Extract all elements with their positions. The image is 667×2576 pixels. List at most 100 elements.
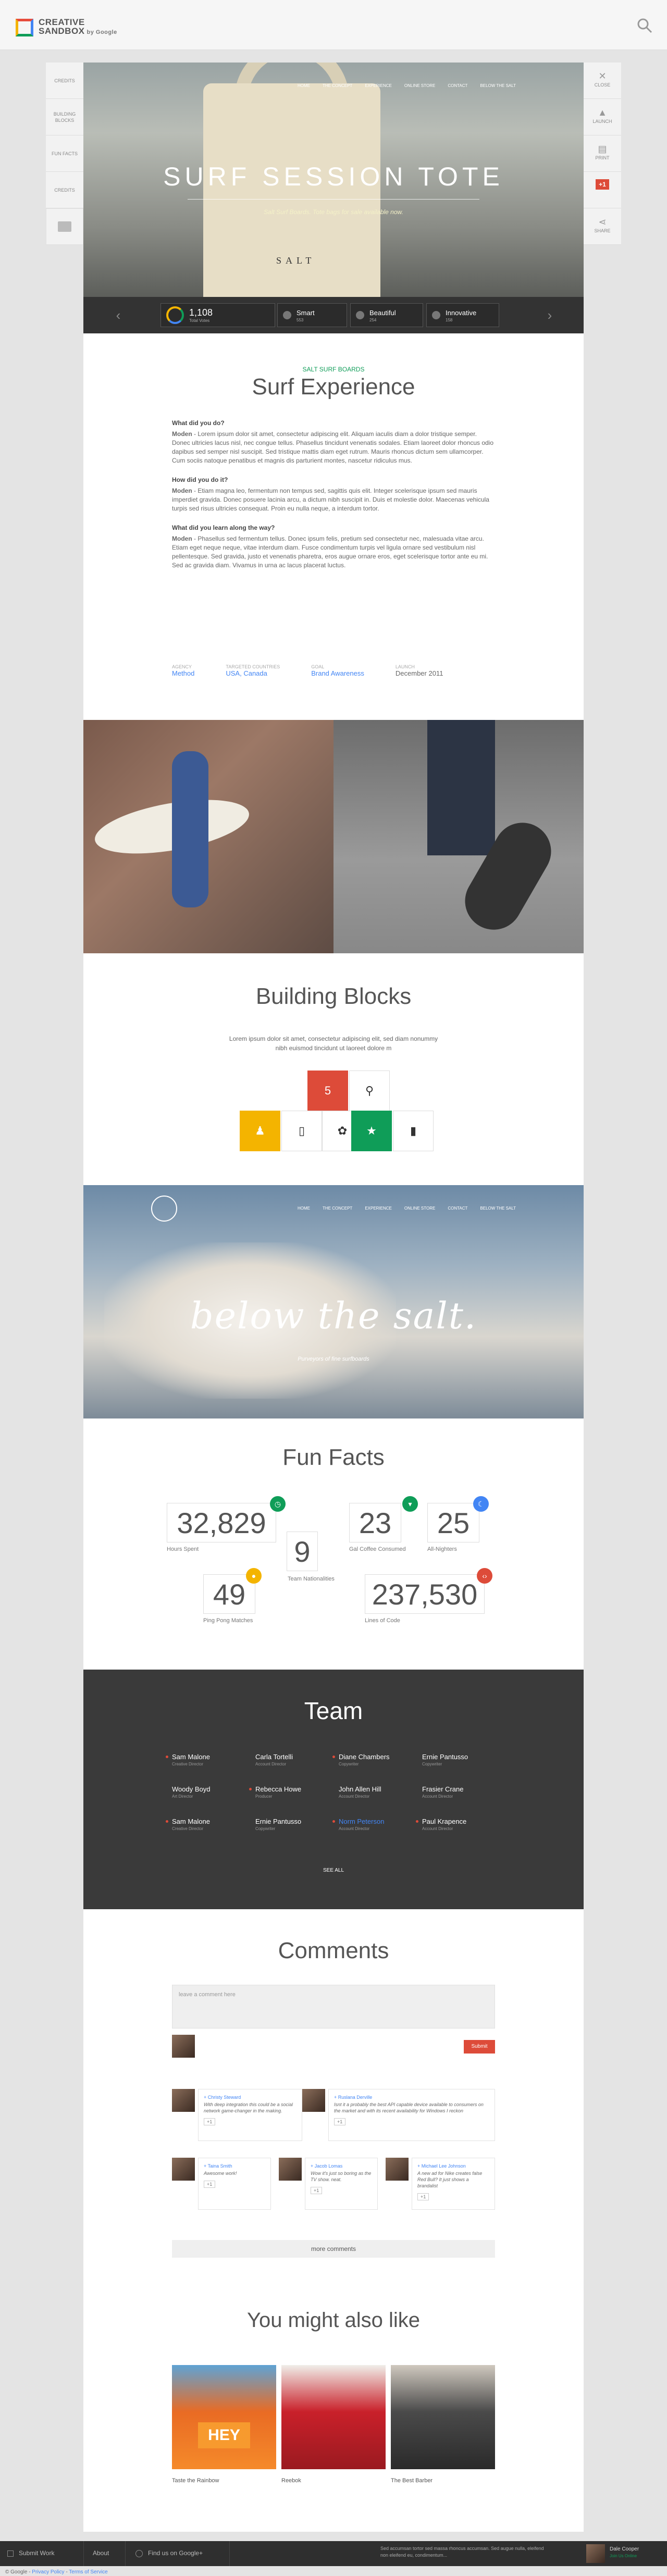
vote-smart[interactable]: Smart 553: [277, 303, 347, 327]
vote-innovative-label: Innovative: [446, 308, 477, 317]
salt-nav-below-salt[interactable]: Below the Salt: [480, 1206, 516, 1211]
hero-banner: SALT Home The Concept Experience Online …: [83, 63, 584, 297]
pingpong-icon: ●: [246, 1568, 262, 1584]
hero-nav-home[interactable]: Home: [298, 83, 310, 88]
hero-nav-contact[interactable]: Contact: [448, 83, 467, 88]
plus-one-button[interactable]: +1: [204, 2181, 216, 2188]
rider-legs: [427, 720, 495, 855]
member-role: Copywriter: [422, 1762, 442, 1766]
submit-work-icon: [7, 2550, 14, 2557]
hero-divider: [188, 199, 479, 200]
share-icon: ⋖: [598, 217, 607, 227]
related-project-card[interactable]: [391, 2365, 495, 2469]
tab-building-blocks[interactable]: Building Blocks: [46, 99, 83, 135]
salt-nav-contact[interactable]: Contact: [448, 1206, 467, 1211]
user-avatar[interactable]: [586, 2544, 605, 2563]
plus-one-button[interactable]: +1: [417, 2193, 429, 2200]
gplus-icon: +1: [596, 179, 609, 190]
meta-countries-link[interactable]: USA, Canada: [226, 669, 280, 677]
privacy-link[interactable]: Privacy Policy: [32, 2569, 64, 2575]
hero-nav-below-salt[interactable]: Below the Salt: [480, 83, 516, 88]
answer-1: Moden - Lorem ipsum dolor sit amet, cons…: [172, 430, 495, 465]
hero-nav-store[interactable]: Online Store: [404, 83, 435, 88]
related-project-caption[interactable]: Taste the Rainbow: [172, 2478, 219, 2484]
vote-innovative[interactable]: Innovative 158: [426, 303, 499, 327]
meta-countries: Targeted Countries USA, Canada: [226, 664, 280, 677]
related-project-caption[interactable]: Reebok: [281, 2478, 301, 2484]
meta-agency-link[interactable]: Method: [172, 669, 194, 677]
creative-sandbox-logo[interactable]: CREATIVE SANDBOX by Google: [16, 18, 117, 37]
about-link[interactable]: About: [93, 2549, 109, 2557]
print-button[interactable]: ▤ Print: [584, 135, 621, 172]
vote-beautiful-caption: 254: [369, 317, 377, 322]
question-3: What did you learn along the way?: [172, 524, 275, 531]
android-icon[interactable]: ♟: [240, 1111, 280, 1151]
comment-author[interactable]: + Jacob Lomas: [311, 2163, 372, 2169]
mouse-icon[interactable]: ▮: [393, 1111, 434, 1151]
tab-fun-facts[interactable]: Fun Facts: [46, 135, 83, 172]
prev-arrow-icon[interactable]: ‹: [110, 307, 126, 323]
search-icon[interactable]: [637, 18, 652, 33]
salt-nav-store[interactable]: Online Store: [404, 1206, 435, 1211]
salt-nav-experience[interactable]: Experience: [365, 1206, 392, 1211]
submit-work-link[interactable]: Submit Work: [19, 2549, 54, 2557]
related-project-caption[interactable]: The Best Barber: [391, 2478, 433, 2484]
comment-author[interactable]: + Ruslana Derville: [334, 2095, 489, 2100]
more-comments-button[interactable]: more comments: [172, 2240, 495, 2258]
submit-comment-button[interactable]: Submit: [464, 2040, 495, 2054]
answer-3-lead: Moden: [172, 535, 192, 542]
close-label: Close: [594, 82, 611, 88]
salt-nav-concept[interactable]: The Concept: [323, 1206, 352, 1211]
see-all-link[interactable]: See All: [83, 1868, 584, 1873]
gplus-button[interactable]: +1: [584, 172, 621, 208]
next-arrow-icon[interactable]: ›: [542, 307, 558, 323]
member-role: Account Director: [422, 1794, 453, 1799]
fact-hours: 32,829: [167, 1503, 276, 1542]
plus-one-button[interactable]: +1: [204, 2118, 216, 2125]
logo-mark-icon: [16, 18, 33, 36]
comment-author[interactable]: + Michael Lee Johnson: [417, 2163, 489, 2169]
terms-link[interactable]: Terms of Service: [69, 2569, 107, 2575]
meta-countries-label: Targeted Countries: [226, 664, 280, 669]
tab-credits[interactable]: Credits: [46, 63, 83, 99]
html5-icon[interactable]: 5: [307, 1071, 348, 1111]
comments-title: Comments: [278, 1938, 389, 1963]
meta-agency-label: Agency: [172, 664, 192, 669]
related-project-card[interactable]: [281, 2365, 386, 2469]
also-like-title: You might also like: [246, 2309, 421, 2332]
vote-beautiful-label: Beautiful: [369, 308, 396, 317]
salt-nav-home[interactable]: Home: [298, 1206, 310, 1211]
find-us-link[interactable]: Find us on Google+: [148, 2549, 203, 2557]
tab-credits-2[interactable]: Credits: [46, 172, 83, 208]
user-name[interactable]: Dale Cooper: [610, 2546, 639, 2552]
plus-one-button[interactable]: +1: [334, 2118, 346, 2125]
member-dot: [166, 1820, 168, 1823]
related-project-card[interactable]: HEY: [172, 2365, 276, 2469]
bottom-bar: Submit Work About Find us on Google+ Sed…: [0, 2541, 667, 2566]
team-member[interactable]: Frasier Crane Account Director: [422, 1785, 521, 1799]
launch-button[interactable]: ▲ Launch: [584, 99, 621, 135]
hero-nav-concept[interactable]: The Concept: [323, 83, 352, 88]
plus-one-button[interactable]: +1: [311, 2187, 323, 2194]
meta-goal-link[interactable]: Brand Awareness: [311, 669, 364, 677]
comment-author[interactable]: + Christy Steward: [204, 2095, 297, 2100]
footer-divider: [83, 2541, 84, 2566]
comment-card: + Christy Steward With deep integration …: [198, 2089, 302, 2141]
team-member[interactable]: Ernie Pantusso Copywriter: [422, 1753, 521, 1766]
vote-beautiful[interactable]: Beautiful 254: [350, 303, 423, 327]
member-dot: [416, 1820, 418, 1823]
tab-comments[interactable]: [46, 208, 83, 245]
team-member[interactable]: Paul Krapence Account Director: [416, 1818, 521, 1831]
star-icon[interactable]: ★: [351, 1111, 392, 1151]
close-button[interactable]: ✕ Close: [584, 63, 621, 99]
member-dot: [249, 1788, 252, 1790]
comment-input[interactable]: leave a comment here: [172, 1985, 495, 2029]
mobile-icon[interactable]: ▯: [281, 1111, 322, 1151]
member-dot: [332, 1756, 335, 1758]
comment-author[interactable]: + Taina Smith: [204, 2163, 265, 2169]
map-pin-icon[interactable]: ⚲: [349, 1071, 390, 1111]
comment-bubble-icon: [58, 221, 71, 232]
share-button[interactable]: ⋖ Share: [584, 208, 621, 245]
comment-card: + Jacob Lomas Wow it's just so boring as…: [305, 2158, 378, 2210]
hero-nav-experience[interactable]: Experience: [365, 83, 392, 88]
